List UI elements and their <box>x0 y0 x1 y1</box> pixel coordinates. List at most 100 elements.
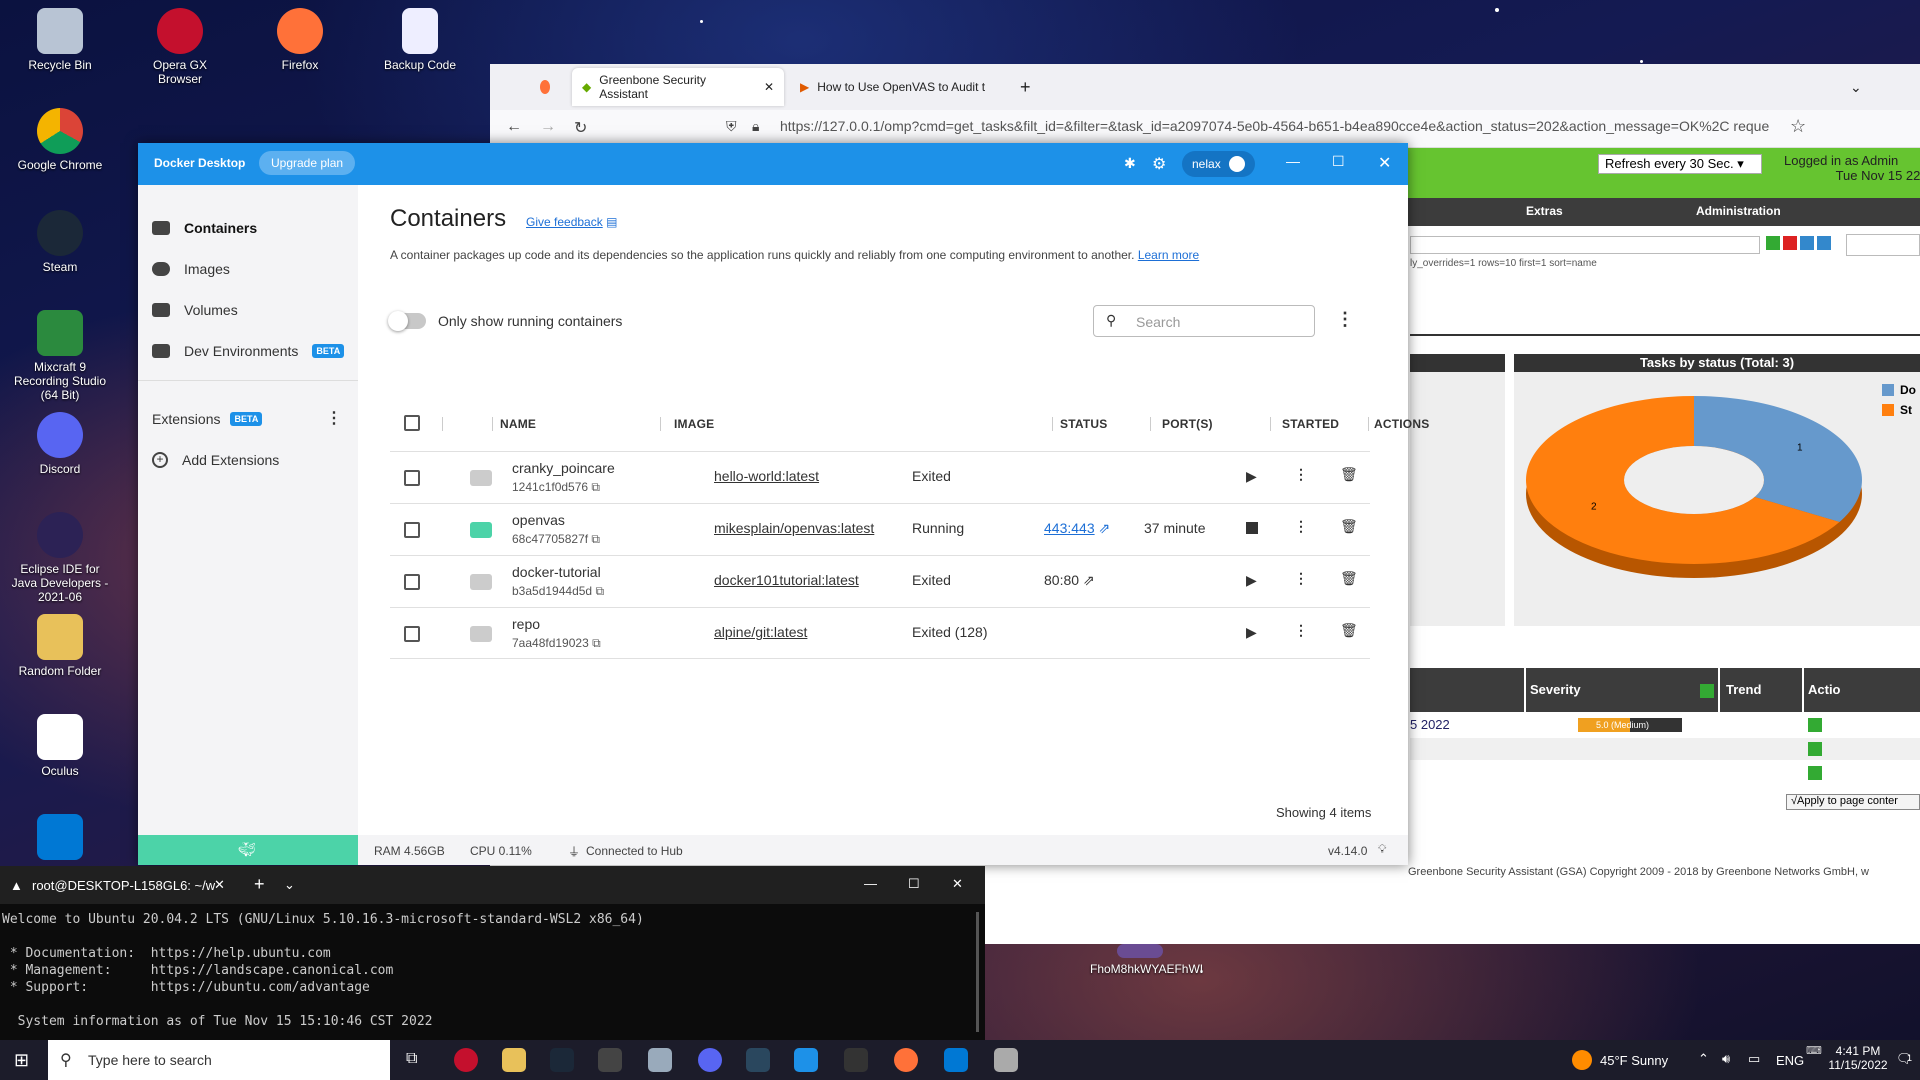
list-tabs-icon[interactable]: ⌄ <box>1840 68 1872 106</box>
tab-greenbone[interactable]: ◆ Greenbone Security Assistant ✕ <box>572 68 784 106</box>
row-menu-icon[interactable]: ⋮ <box>1294 622 1308 639</box>
settings-gear-icon[interactable]: ⚙ <box>1152 154 1166 174</box>
reset-filter-icon[interactable] <box>1783 236 1797 250</box>
volume-icon[interactable]: 🔊︎ <box>1722 1051 1730 1067</box>
opera-gx-icon[interactable]: Opera GX Browser <box>130 8 230 86</box>
copy-icon[interactable]: ⧉ <box>591 532 600 546</box>
start-icon[interactable]: ▶ <box>1246 468 1257 485</box>
external-link-icon[interactable]: ⇗ <box>1083 572 1095 588</box>
copy-icon[interactable]: ⧉ <box>592 636 601 650</box>
menu-extras[interactable]: Extras <box>1526 204 1563 218</box>
file-explorer-icon[interactable] <box>502 1048 526 1072</box>
result-date[interactable]: 5 2022 <box>1410 717 1450 732</box>
learn-more-link[interactable]: Learn more <box>1138 248 1199 262</box>
help-filter-icon[interactable] <box>1800 236 1814 250</box>
menu-administration[interactable]: Administration <box>1696 204 1781 218</box>
start-task-icon[interactable] <box>1808 718 1822 732</box>
discord-icon[interactable]: Discord <box>10 412 110 476</box>
table-row[interactable]: openvas 68c47705827f ⧉ mikesplain/openva… <box>390 503 1370 555</box>
vscode-taskbar-icon[interactable] <box>944 1048 968 1072</box>
task-view-icon[interactable]: ⧉ <box>406 1050 417 1068</box>
user-menu[interactable]: nelax <box>1182 151 1255 177</box>
row-menu-icon[interactable]: ⋮ <box>1294 518 1308 535</box>
lock-icon[interactable]: 🔒︎ <box>752 118 759 135</box>
col-image[interactable]: IMAGE <box>674 417 714 431</box>
extensions-menu-icon[interactable]: ⋮ <box>326 408 342 428</box>
filter-input[interactable] <box>1410 236 1760 254</box>
close-icon[interactable]: ✕ <box>1378 153 1391 173</box>
port-link[interactable]: 443:443 ⇗ <box>1044 520 1110 537</box>
network-icon[interactable]: ▭ <box>1748 1051 1760 1067</box>
delete-icon[interactable]: 🗑︎ <box>1340 518 1358 535</box>
filter-select[interactable] <box>1846 234 1920 256</box>
row-checkbox[interactable] <box>404 470 420 486</box>
shield-icon[interactable]: ⛨ <box>726 118 737 135</box>
bookmark-star-icon[interactable]: ☆ <box>1790 116 1806 137</box>
col-trend[interactable]: Trend <box>1726 682 1761 697</box>
give-feedback-link[interactable]: Give feedback ▤ <box>526 215 617 229</box>
upgrade-plan-button[interactable]: Upgrade plan <box>259 151 356 175</box>
start-task-icon[interactable] <box>1808 742 1822 756</box>
close-icon[interactable]: ✕ <box>952 876 963 892</box>
forward-icon[interactable]: → <box>540 118 556 136</box>
running-toggle[interactable] <box>388 311 426 331</box>
steam-taskbar-icon[interactable] <box>550 1048 574 1072</box>
refresh-filter-icon[interactable] <box>1766 236 1780 250</box>
paint-taskbar-icon[interactable] <box>994 1048 1018 1072</box>
oculus-icon[interactable]: Oculus <box>10 714 110 778</box>
taskbar-search[interactable]: ⚲ Type here to search <box>48 1040 390 1080</box>
copy-icon[interactable]: ⧉ <box>595 584 604 598</box>
reload-icon[interactable]: ↻ <box>574 118 587 138</box>
sidebar-item-volumes[interactable]: Volumes <box>152 297 238 323</box>
new-tab-icon[interactable]: + <box>254 874 265 895</box>
delete-icon[interactable]: 🗑︎ <box>1340 570 1358 587</box>
table-row[interactable]: docker-tutorial b3a5d1944d5d ⧉ docker101… <box>390 555 1370 607</box>
sidebar-item-images[interactable]: Images <box>152 256 230 282</box>
sidebar-item-containers[interactable]: Containers <box>152 215 257 241</box>
new-tab-button[interactable]: + <box>1010 68 1041 106</box>
row-checkbox[interactable] <box>404 574 420 590</box>
image-link[interactable]: hello-world:latest <box>714 468 819 484</box>
tab-openvas-guide[interactable]: ▶ How to Use OpenVAS to Audit t <box>790 68 1002 106</box>
app-taskbar-icon[interactable] <box>648 1048 672 1072</box>
cmd-taskbar-icon[interactable] <box>844 1048 868 1072</box>
row-checkbox[interactable] <box>404 626 420 642</box>
firefox-icon[interactable]: Firefox <box>250 8 350 72</box>
bug-icon[interactable]: ✱ <box>1124 155 1136 172</box>
col-ports[interactable]: PORT(S) <box>1162 417 1213 431</box>
start-icon[interactable]: ▶ <box>1246 624 1257 641</box>
delete-icon[interactable]: 🗑︎ <box>1340 466 1358 483</box>
url-bar[interactable]: https://127.0.0.1/omp?cmd=get_tasks&filt… <box>780 118 1780 134</box>
steam-taskbar-icon[interactable] <box>746 1048 770 1072</box>
col-status[interactable]: STATUS <box>1060 417 1107 431</box>
severity-filter-icon[interactable] <box>1700 684 1714 698</box>
google-chrome-icon[interactable]: Google Chrome <box>10 108 110 172</box>
opera-gx-taskbar-icon[interactable] <box>454 1048 478 1072</box>
stop-icon[interactable] <box>1246 522 1258 534</box>
terminal-scrollbar[interactable] <box>976 912 979 1032</box>
tab-dropdown-icon[interactable]: ⌄ <box>284 877 295 893</box>
tips-icon[interactable]: 💡︎ <box>1378 842 1386 857</box>
windows-start-icon[interactable]: ⊞ <box>14 1050 29 1071</box>
start-icon[interactable]: ▶ <box>1246 572 1257 589</box>
close-tab-icon[interactable]: ✕ <box>214 877 225 893</box>
eclipse-icon[interactable]: Eclipse IDE for Java Developers - 2021-0… <box>10 512 110 604</box>
backup-code-icon[interactable]: Backup Code <box>370 8 470 72</box>
clock[interactable]: 4:41 PM 11/15/2022 <box>1826 1044 1890 1072</box>
terminal-taskbar-icon[interactable] <box>598 1048 622 1072</box>
close-tab-icon[interactable]: ✕ <box>764 80 774 94</box>
image-link[interactable]: mikesplain/openvas:latest <box>714 520 874 536</box>
table-row[interactable]: cranky_poincare 1241c1f0d576 ⧉ hello-wor… <box>390 451 1370 503</box>
col-severity[interactable]: Severity <box>1530 682 1581 697</box>
add-extensions-button[interactable]: + Add Extensions <box>152 447 279 473</box>
edit-filter-icon[interactable] <box>1817 236 1831 250</box>
back-icon[interactable]: ← <box>506 118 522 136</box>
recycle-bin-icon[interactable]: Recycle Bin <box>10 8 110 72</box>
start-task-icon[interactable] <box>1808 766 1822 780</box>
terminal-tab-title[interactable]: root@DESKTOP-L158GL6: ~/w <box>32 878 215 893</box>
steam-icon[interactable]: Steam <box>10 210 110 274</box>
image-link[interactable]: docker101tutorial:latest <box>714 572 859 588</box>
search-input[interactable]: ⚲ Search <box>1093 305 1315 337</box>
row-menu-icon[interactable]: ⋮ <box>1294 466 1308 483</box>
maximize-icon[interactable]: ☐ <box>1332 153 1345 170</box>
